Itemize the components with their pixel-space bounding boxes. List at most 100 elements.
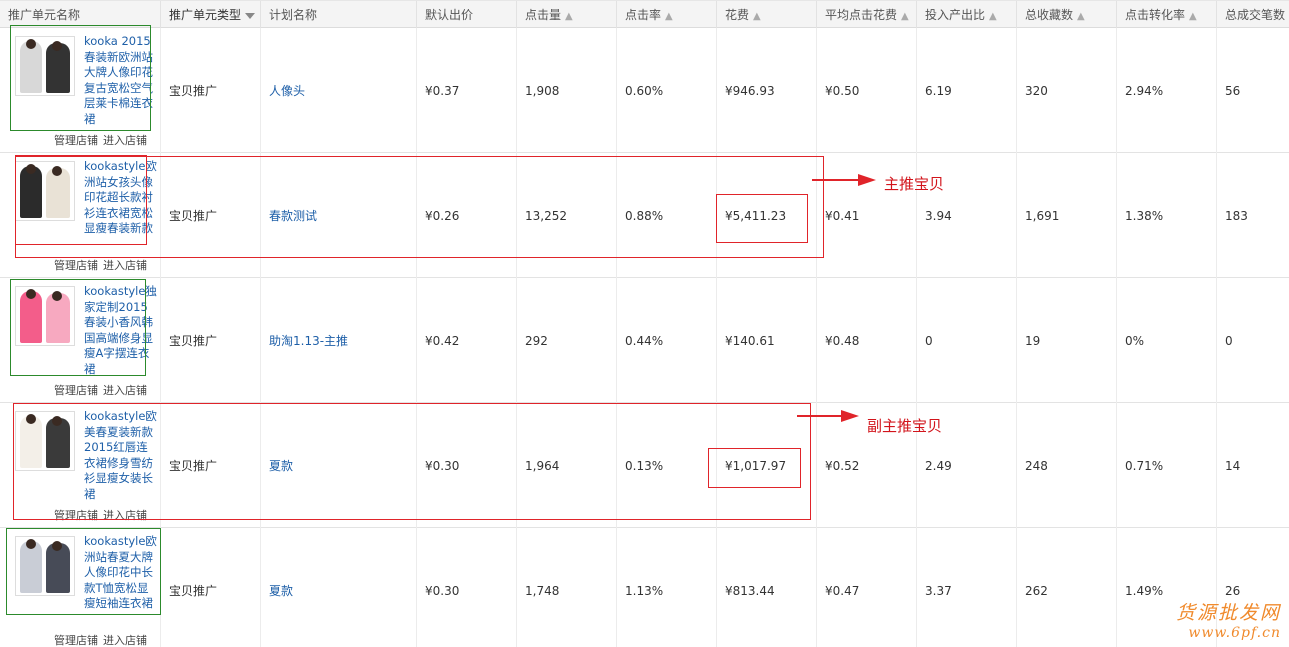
table-row: kookastyle欧洲站春夏大牌人像印花中长款T恤宽松显瘦短袖连衣裙 管理店铺进… (0, 528, 1289, 647)
table-row: kookastyle欧洲站女孩头像印花超长款衬衫连衣裙宽松显瘦春装新款管理店铺进… (0, 153, 1289, 278)
clicks-cell: 1,964 (517, 403, 617, 528)
plan-name-link[interactable]: 夏款 (261, 528, 417, 647)
clicks-cell: 1,748 (517, 528, 617, 647)
col-favorites[interactable]: 总收藏数 ▲ (1017, 1, 1117, 29)
enter-shop-link[interactable]: 进入店铺 (103, 634, 147, 647)
enter-shop-link[interactable]: 进入店铺 (103, 259, 147, 272)
product-thumbnail[interactable] (15, 536, 75, 596)
col-ctr[interactable]: 点击率 ▲ (617, 1, 717, 29)
roi-cell: 3.37 (917, 528, 1017, 647)
col-item-name-label: 推广单元名称 (8, 8, 81, 22)
col-unit-type-label: 推广单元类型 (169, 8, 242, 22)
arrow-right-icon (812, 174, 876, 186)
col-unit-type[interactable]: 推广单元类型 (161, 1, 261, 29)
roi-cell: 3.94 (917, 153, 1017, 278)
col-cost[interactable]: 花费 ▲ (717, 1, 817, 29)
avg-cpc-cell: ¥0.50 (817, 28, 917, 153)
table-row: kooka 2015春装新欧洲站大牌人像印花复古宽松空气层莱卡棉连衣裙 管理店铺进… (0, 28, 1289, 153)
dropdown-caret-icon[interactable] (245, 12, 256, 19)
shop-links: 管理店铺 进入店铺 (54, 382, 152, 398)
watermark-url: www.6pf.cn (1188, 625, 1281, 641)
col-plan-name-label: 计划名称 (269, 8, 318, 22)
shop-links: 管理店铺 进入店铺 (54, 507, 152, 523)
col-avg-cpc[interactable]: 平均点击花费 ▲ (817, 1, 917, 29)
enter-shop-link[interactable]: 进入店铺 (103, 509, 147, 522)
product-thumbnail[interactable] (15, 286, 75, 346)
clicks-cell: 13,252 (517, 153, 617, 278)
shop-links: 管理店铺 进入店铺 (54, 632, 152, 647)
cost-cell: ¥813.44 (717, 528, 817, 647)
ctr-cell: 0.13% (617, 403, 717, 528)
arrow-right-icon (797, 410, 859, 422)
ctr-cell: 0.44% (617, 278, 717, 403)
sort-arrow-icon[interactable]: ▲ (665, 3, 673, 29)
unit-type-cell: 宝贝推广 (161, 528, 261, 647)
product-title-link[interactable]: kookastyle独家定制2015春装小香风韩国高端修身显瘦A字摆连衣裙 (84, 284, 158, 382)
col-plan-name: 计划名称 (261, 1, 417, 29)
enter-shop-link[interactable]: 进入店铺 (103, 384, 147, 397)
default-bid-cell: ¥0.30 (417, 528, 517, 647)
col-orders-label: 总成交笔数 (1225, 8, 1286, 22)
unit-type-cell: 宝贝推广 (161, 28, 261, 153)
product-title-link[interactable]: kookastyle欧洲站春夏大牌人像印花中长款T恤宽松显瘦短袖连衣裙 (84, 534, 158, 632)
sort-arrow-icon[interactable]: ▲ (989, 3, 997, 29)
favorites-cell: 262 (1017, 528, 1117, 647)
sort-arrow-icon[interactable]: ▲ (1189, 3, 1197, 29)
manage-shop-link[interactable]: 管理店铺 (54, 509, 98, 522)
product-title-link[interactable]: kooka 2015春装新欧洲站大牌人像印花复古宽松空气层莱卡棉连衣裙 (84, 34, 158, 132)
orders-cell: 56 (1225, 83, 1241, 98)
cost-cell: ¥140.61 (717, 278, 817, 403)
item-cell: kookastyle独家定制2015春装小香风韩国高端修身显瘦A字摆连衣裙 管理店… (0, 278, 161, 403)
watermark-title: 货源批发网 (1175, 602, 1281, 624)
col-clicks[interactable]: 点击量 ▲ (517, 1, 617, 29)
col-roi[interactable]: 投入产出比 ▲ (917, 1, 1017, 29)
product-thumbnail[interactable] (15, 36, 75, 96)
table-row: kookastyle欧美春夏装新款2015红唇连衣裙修身雪纺衫显瘦女装长裙 管理店… (0, 403, 1289, 528)
cvr-cell: 0.71% (1117, 403, 1217, 528)
sort-arrow-icon[interactable]: ▲ (901, 3, 909, 29)
manage-shop-link[interactable]: 管理店铺 (54, 134, 98, 147)
orders-cell: 0 (1225, 333, 1233, 348)
favorites-cell: 248 (1017, 403, 1117, 528)
plan-name-link[interactable]: 人像头 (261, 28, 417, 153)
annotation-main: 主推宝贝 (884, 175, 945, 193)
col-default-bid: 默认出价 (417, 1, 517, 29)
default-bid-cell: ¥0.30 (417, 403, 517, 528)
default-bid-cell: ¥0.37 (417, 28, 517, 153)
manage-shop-link[interactable]: 管理店铺 (54, 384, 98, 397)
shop-links: 管理店铺 进入店铺 (54, 132, 152, 148)
enter-shop-link[interactable]: 进入店铺 (103, 134, 147, 147)
product-thumbnail[interactable] (15, 161, 75, 221)
item-cell: kooka 2015春装新欧洲站大牌人像印花复古宽松空气层莱卡棉连衣裙 管理店铺进… (0, 28, 161, 153)
sort-arrow-icon[interactable]: ▲ (753, 3, 761, 29)
avg-cpc-cell: ¥0.47 (817, 528, 917, 647)
sort-arrow-icon[interactable]: ▲ (1077, 3, 1085, 29)
col-cvr-label: 点击转化率 (1125, 8, 1186, 22)
col-favorites-label: 总收藏数 (1025, 8, 1074, 22)
manage-shop-link[interactable]: 管理店铺 (54, 634, 98, 647)
plan-name-link[interactable]: 夏款 (261, 403, 417, 528)
cvr-cell: 1.38% (1117, 153, 1217, 278)
favorites-cell: 320 (1017, 28, 1117, 153)
unit-type-cell: 宝贝推广 (161, 403, 261, 528)
ctr-cell: 0.88% (617, 153, 717, 278)
manage-shop-link[interactable]: 管理店铺 (54, 259, 98, 272)
product-thumbnail[interactable] (15, 411, 75, 471)
product-title-link[interactable]: kookastyle欧洲站女孩头像印花超长款衬衫连衣裙宽松显瘦春装新款 (84, 159, 158, 257)
sort-arrow-icon[interactable]: ▲ (565, 3, 573, 29)
item-cell: kookastyle欧美春夏装新款2015红唇连衣裙修身雪纺衫显瘦女装长裙 管理店… (0, 403, 161, 528)
plan-name-link[interactable]: 助淘1.13-主推 (261, 278, 417, 403)
col-roi-label: 投入产出比 (925, 8, 986, 22)
unit-type-cell: 宝贝推广 (161, 153, 261, 278)
clicks-cell: 1,908 (517, 28, 617, 153)
roi-cell: 6.19 (917, 28, 1017, 153)
product-title-link[interactable]: kookastyle欧美春夏装新款2015红唇连衣裙修身雪纺衫显瘦女装长裙 (84, 409, 158, 507)
item-cell: kookastyle欧洲站春夏大牌人像印花中长款T恤宽松显瘦短袖连衣裙 管理店铺进… (0, 528, 161, 647)
table-row: kookastyle独家定制2015春装小香风韩国高端修身显瘦A字摆连衣裙 管理店… (0, 278, 1289, 403)
item-cell: kookastyle欧洲站女孩头像印花超长款衬衫连衣裙宽松显瘦春装新款管理店铺进… (0, 153, 161, 278)
col-default-bid-label: 默认出价 (425, 8, 474, 22)
col-cvr[interactable]: 点击转化率 ▲ (1117, 1, 1217, 29)
orders-cell: 14 (1225, 458, 1241, 473)
annotation-secondary: 副主推宝贝 (867, 417, 943, 435)
plan-name-link[interactable]: 春款测试 (261, 153, 417, 278)
